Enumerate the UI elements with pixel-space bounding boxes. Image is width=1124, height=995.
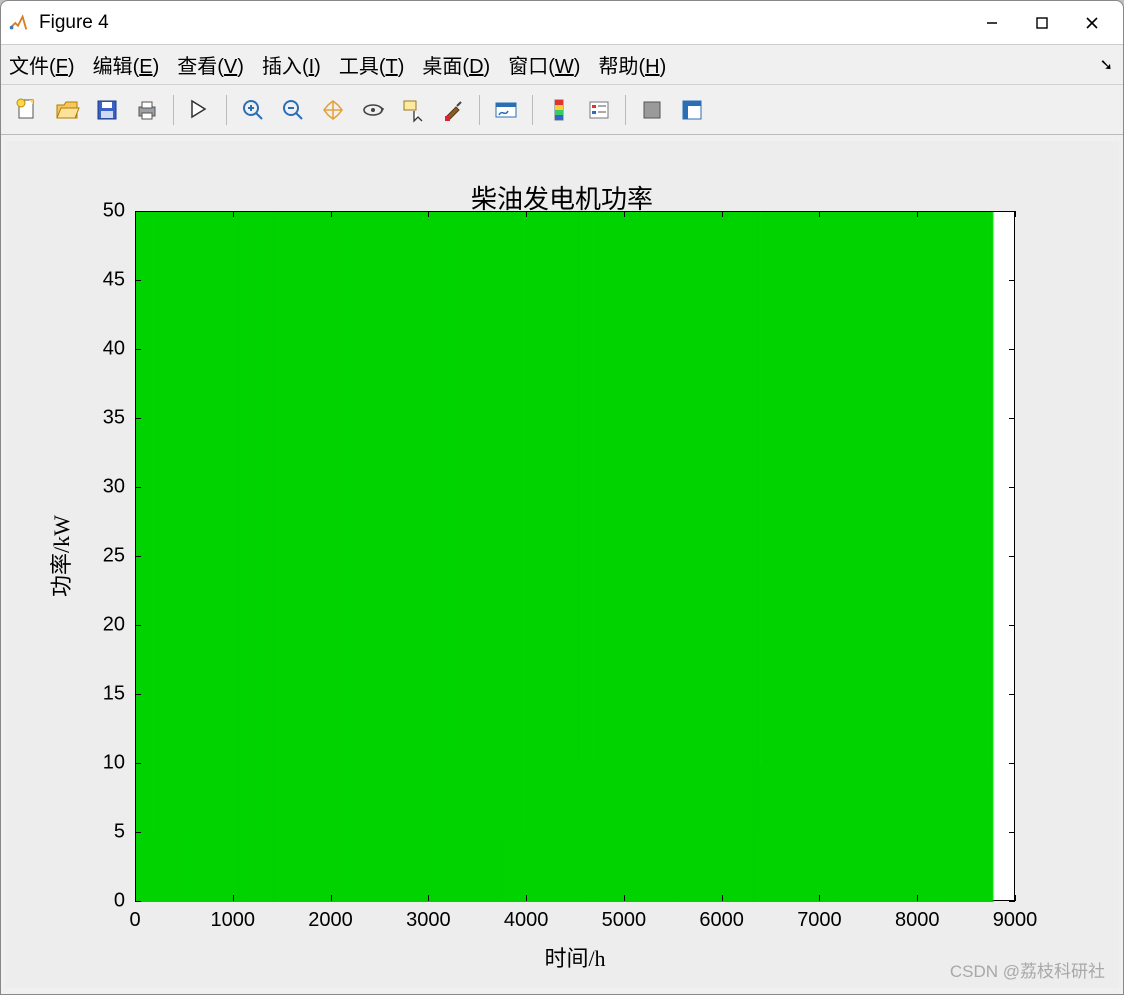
y-tick-label: 5 — [114, 821, 125, 844]
x-tick-label: 8000 — [895, 909, 940, 932]
title-bar: Figure 4 — [1, 1, 1123, 45]
save-button[interactable] — [87, 90, 127, 130]
window-title: Figure 4 — [39, 12, 967, 34]
y-tick-label: 30 — [103, 476, 125, 499]
x-tick-label: 0 — [129, 909, 140, 932]
y-tick-label: 45 — [103, 269, 125, 292]
link-plot-button[interactable] — [486, 90, 526, 130]
dock-arrow-icon[interactable]: ➘ — [1100, 55, 1113, 75]
zoom-out-button[interactable] — [273, 90, 313, 130]
toolbar — [1, 85, 1123, 135]
window-controls — [967, 1, 1117, 45]
x-tick-label: 9000 — [993, 909, 1038, 932]
insert-colorbar-button[interactable] — [539, 90, 579, 130]
menu-insert[interactable]: 插入(I) — [262, 50, 321, 79]
y-tick-label: 25 — [103, 545, 125, 568]
rotate-3d-button[interactable] — [353, 90, 393, 130]
x-tick-label: 4000 — [504, 909, 549, 932]
brush-button[interactable] — [433, 90, 473, 130]
y-axis-label: 功率/kW — [45, 211, 75, 901]
insert-legend-button[interactable] — [579, 90, 619, 130]
menu-edit[interactable]: 编辑(E) — [93, 50, 160, 79]
menu-bar: 文件(F) 编辑(E) 查看(V) 插入(I) 工具(T) 桌面(D) 窗口(W… — [1, 45, 1123, 85]
y-tick-label: 40 — [103, 338, 125, 361]
matlab-icon — [7, 12, 29, 34]
maximize-button[interactable] — [1017, 1, 1067, 45]
menu-view[interactable]: 查看(V) — [177, 50, 244, 79]
y-tick-label: 35 — [103, 407, 125, 430]
menu-window[interactable]: 窗口(W) — [508, 50, 580, 79]
show-plot-tools-button[interactable] — [672, 90, 712, 130]
menu-help[interactable]: 帮助(H) — [598, 50, 666, 79]
print-button[interactable] — [127, 90, 167, 130]
pan-button[interactable] — [313, 90, 353, 130]
x-tick-label: 2000 — [308, 909, 353, 932]
x-tick-label: 1000 — [211, 909, 256, 932]
data-cursor-button[interactable] — [393, 90, 433, 130]
figure-window: Figure 4 文件(F) 编辑(E) 查看(V) 插入(I) 工具(T) 桌… — [0, 0, 1124, 995]
y-tick-label: 50 — [103, 200, 125, 223]
y-tick-label: 15 — [103, 683, 125, 706]
x-tick-label: 7000 — [797, 909, 842, 932]
plot-surface[interactable] — [136, 212, 1016, 902]
x-tick-label: 3000 — [406, 909, 451, 932]
menu-desktop[interactable]: 桌面(D) — [422, 50, 490, 79]
menu-tools[interactable]: 工具(T) — [339, 50, 405, 79]
y-tick-label: 20 — [103, 614, 125, 637]
hide-plot-tools-button[interactable] — [632, 90, 672, 130]
minimize-button[interactable] — [967, 1, 1017, 45]
axes-box — [135, 211, 1015, 901]
new-figure-button[interactable] — [7, 90, 47, 130]
y-tick-label: 0 — [114, 890, 125, 913]
close-button[interactable] — [1067, 1, 1117, 45]
x-tick-label: 6000 — [699, 909, 744, 932]
menu-file[interactable]: 文件(F) — [9, 50, 75, 79]
watermark-text: CSDN @荔枝科研社 — [950, 957, 1105, 982]
edit-plot-button[interactable] — [180, 90, 220, 130]
x-tick-label: 5000 — [602, 909, 647, 932]
axes[interactable]: 柴油发电机功率 功率/kW 时间/h 010002000300040005000… — [5, 141, 1119, 988]
zoom-in-button[interactable] — [233, 90, 273, 130]
open-file-button[interactable] — [47, 90, 87, 130]
x-axis-label: 时间/h — [135, 941, 1015, 973]
figure-canvas: 柴油发电机功率 功率/kW 时间/h 010002000300040005000… — [5, 141, 1119, 988]
y-tick-label: 10 — [103, 752, 125, 775]
